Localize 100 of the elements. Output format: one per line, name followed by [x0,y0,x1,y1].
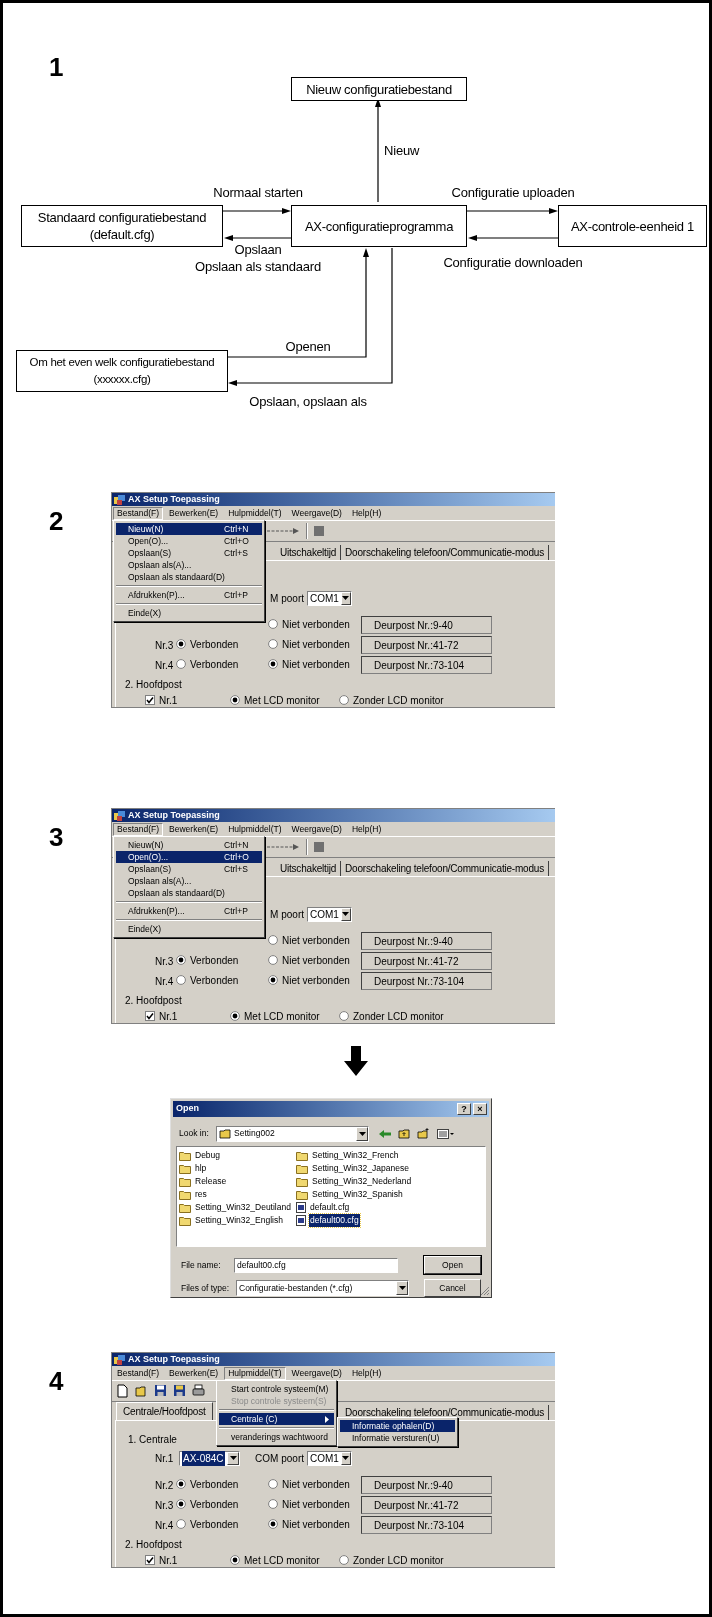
radio-button[interactable]: Zonder LCD monitor [339,1008,444,1023]
menu-bar-item[interactable]: Help(H) [347,1366,386,1380]
dropdown[interactable]: COM1 [307,906,352,922]
menu-item[interactable]: Opslaan(S) Ctrl+S [116,547,262,559]
menu-bar-item[interactable]: Bestand(F) [113,822,164,836]
close-button[interactable]: × [473,1103,487,1115]
info-field: Deurpost Nr.:41-72 [361,636,492,654]
radio-button[interactable]: Met LCD monitor [230,1008,320,1023]
open-button[interactable]: Open [424,1256,481,1274]
menu-bar-item[interactable]: Hulpmiddel(T) [224,1366,286,1380]
folder-icon [296,1150,308,1161]
menu-item[interactable]: Einde(X) [116,607,262,619]
file-item[interactable]: Setting_Win32_Nederland [296,1175,413,1188]
menu-bar-item[interactable]: Bewerken(E) [165,822,223,836]
arrow-label: Normaal starten [212,184,304,201]
menu-item[interactable]: Einde(X) [116,923,262,935]
diagram-node: Standaard configuratiebestand (default.cfg) [21,205,223,247]
menu-bar-item[interactable]: Bewerken(E) [165,1366,223,1380]
menu-item[interactable]: Afdrukken(P)... Ctrl+P [116,905,262,917]
menu-item[interactable]: Nieuw(N) Ctrl+N [116,839,262,851]
radio-button[interactable]: Verbonden [176,1476,239,1492]
menu-bar-item[interactable]: Bestand(F) [113,506,164,520]
file-item[interactable]: Setting_Win32_Japanese [296,1162,410,1175]
menu-item[interactable]: veranderings wachtwoord [219,1431,334,1443]
arrow-label: Opslaan, opslaan als [248,393,368,410]
menu-item[interactable]: Open(O)... Ctrl+O [116,535,262,547]
radio-button[interactable]: Verbonden [176,656,239,672]
menu-item[interactable]: Nieuw(N) Ctrl+N [116,523,262,535]
tab[interactable]: Doorschakeling telefoon/Communicatie-modus [341,545,549,560]
checkbox[interactable]: Nr.1 [145,692,178,707]
file-item[interactable]: res [179,1188,208,1201]
file-name-field[interactable]: default00.cfg [234,1257,398,1273]
section-heading: 2. Hoofdpost [125,1537,182,1552]
folder-icon [179,1163,191,1174]
menu-item[interactable]: Opslaan(S) Ctrl+S [116,863,262,875]
menu-item[interactable]: Opslaan als(A)... [116,875,262,887]
dropdown[interactable]: Setting002 [216,1125,369,1142]
folder-icon [179,1189,191,1200]
menu-item[interactable]: Opslaan als standaard(D) [116,571,262,583]
menu-item[interactable]: Informatie ophalen(D) [340,1420,455,1432]
menu-bar-item[interactable]: Hulpmiddel(T) [224,822,286,836]
radio-button[interactable]: Verbonden [176,952,239,968]
file-item[interactable]: Setting_Win32_French [296,1149,400,1162]
file-item[interactable]: Setting_Win32_Deutiland [179,1201,292,1214]
radio-button[interactable]: Niet verbonden [268,616,350,632]
menu-bar-item[interactable]: Hulpmiddel(T) [224,506,286,520]
radio-button[interactable]: Niet verbonden [268,972,350,988]
dropdown-arrow-icon [229,1456,237,1460]
unit-label: Nr.3 [155,1498,175,1513]
radio-button[interactable]: Zonder LCD monitor [339,1552,444,1567]
tab[interactable]: Doorschakeling telefoon/Communicatie-modus [341,861,549,876]
tab[interactable]: Uitschakeltijd [275,545,342,560]
tab[interactable]: Uitschakeltijd [275,861,342,876]
file-item[interactable]: Release [179,1175,228,1188]
printer-icon [192,1384,205,1398]
checkbox[interactable]: Nr.1 [145,1008,178,1023]
menu-item[interactable]: Opslaan als(A)... [116,559,262,571]
menu-bar-item[interactable]: Help(H) [347,506,386,520]
dropdown[interactable]: COM1 [307,1450,352,1466]
tab[interactable]: Centrale/Hoofdpost [116,1402,213,1420]
radio-button[interactable]: Met LCD monitor [230,692,320,707]
radio-button[interactable]: Verbonden [176,636,239,652]
menu-item[interactable]: Opslaan als standaard(D) [116,887,262,899]
cancel-button[interactable]: Cancel [424,1279,481,1297]
dropdown[interactable]: Configuratie-bestanden (*.cfg) [236,1280,409,1296]
menu-bar-item[interactable]: Bewerken(E) [165,506,223,520]
radio-button[interactable]: Met LCD monitor [230,1552,320,1567]
radio-button[interactable]: Niet verbonden [268,1516,350,1532]
file-item[interactable]: default.cfg [296,1201,351,1214]
menu-bar-item[interactable]: Bestand(F) [113,1366,164,1380]
radio-button[interactable]: Verbonden [176,1516,239,1532]
radio-button[interactable]: Verbonden [176,972,239,988]
radio-button[interactable]: Zonder LCD monitor [339,692,444,707]
menu-bar-item[interactable]: Help(H) [347,822,386,836]
help-button[interactable]: ? [457,1103,471,1115]
file-item[interactable]: hlp [179,1162,208,1175]
radio-button[interactable]: Niet verbonden [268,932,350,948]
radio-button[interactable]: Niet verbonden [268,636,350,652]
file-item[interactable]: Setting_Win32_English [179,1214,284,1227]
radio-button[interactable]: Niet verbonden [268,656,350,672]
menu-item[interactable]: Informatie versturen(U) [340,1432,455,1444]
radio-button[interactable]: Verbonden [176,1496,239,1512]
menu-item[interactable]: Centrale (C) [219,1413,334,1425]
checkbox[interactable]: Nr.1 [145,1552,178,1567]
folder-icon [179,1176,191,1187]
dropdown[interactable]: AX-084C [179,1450,240,1466]
radio-button[interactable]: Niet verbonden [268,1496,350,1512]
menu-item[interactable]: Afdrukken(P)... Ctrl+P [116,589,262,601]
menu-item[interactable]: Start controle systeem(M) [219,1383,334,1395]
dialog-title: Open [176,1102,199,1116]
file-item[interactable]: Debug [179,1149,222,1162]
radio-button[interactable]: Niet verbonden [268,1476,350,1492]
menu-bar-item[interactable]: Weergave(D) [287,822,346,836]
dropdown[interactable]: COM1 [307,590,352,606]
menu-item[interactable]: Open(O)... Ctrl+O [116,851,262,863]
file-item[interactable]: Setting_Win32_Spanish [296,1188,404,1201]
radio-button[interactable]: Niet verbonden [268,952,350,968]
menu-bar-item[interactable]: Weergave(D) [287,1366,346,1380]
menu-bar-item[interactable]: Weergave(D) [287,506,346,520]
info-field: Deurpost Nr.:73-104 [361,1516,492,1534]
